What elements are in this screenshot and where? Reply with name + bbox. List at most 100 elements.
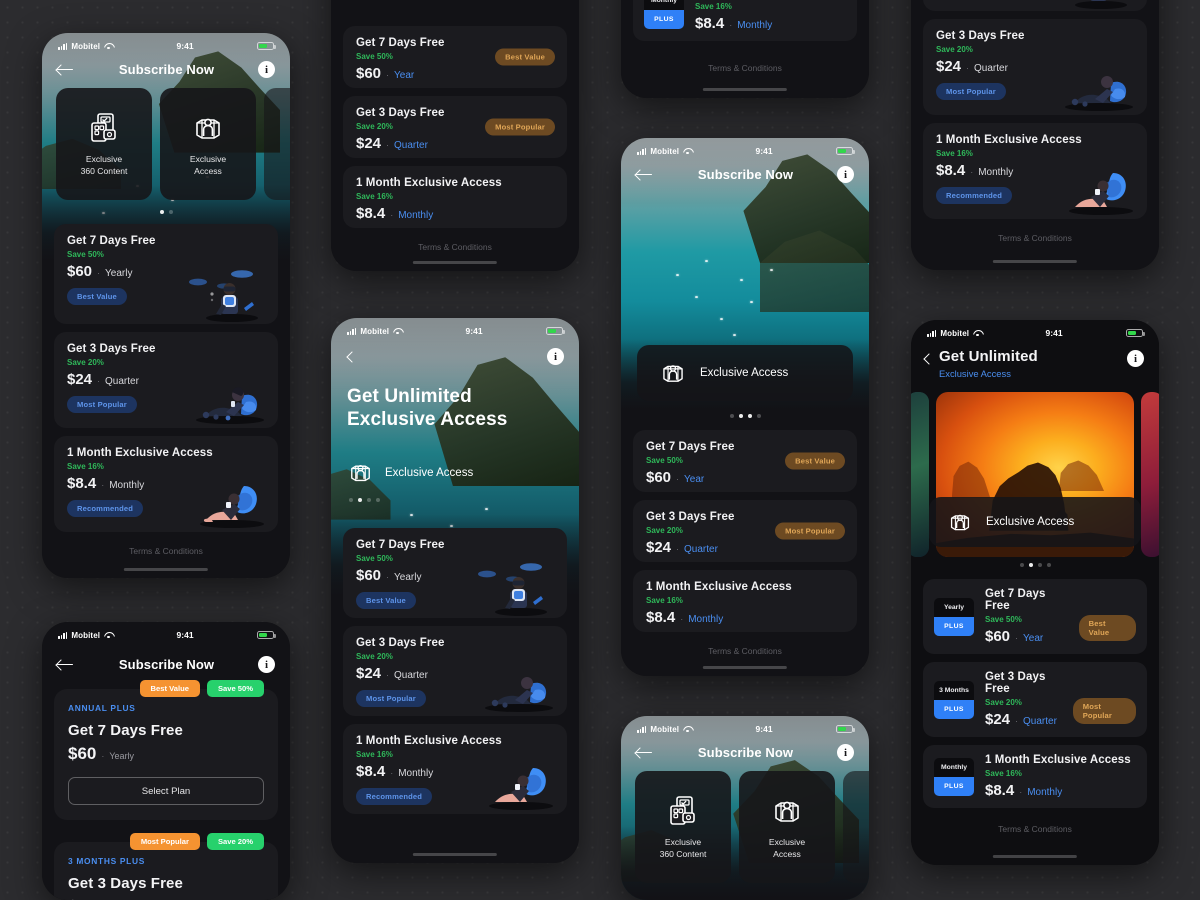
carousel-dots[interactable]	[347, 486, 563, 503]
phone-mockup-plans-blue-cropped: Get 7 Days Free Save 50% $60 · Yearly Be…	[911, 0, 1159, 270]
plan-title: Get 7 Days Free	[356, 37, 445, 49]
plan-card-quarterly[interactable]: Get 3 Days Free Save 20% $24 · Quarter M…	[633, 500, 857, 562]
terms-and-conditions-link[interactable]: Terms & Conditions	[331, 228, 579, 252]
plan-price: $8.4	[67, 475, 97, 492]
back-arrow-icon[interactable]	[57, 658, 75, 672]
plan-card-monthly[interactable]: 1 Month Exclusive Access Save 16% $8.4 ·…	[923, 123, 1147, 219]
plan-title: 1 Month Exclusive Access	[985, 754, 1131, 766]
plan-card-yearly[interactable]: Get 7 Days Free Save 50% $60 · Yearly Be…	[343, 528, 567, 619]
plan-card-yearly[interactable]: Get 7 Days Free Save 50% $60 · Yearly Be…	[54, 224, 278, 324]
plan-period: Year	[1023, 633, 1044, 644]
plan-card-3-months-plus[interactable]: Most Popular Save 20% 3 MONTHS PLUS Get …	[54, 833, 278, 900]
plan-card-annual-plus[interactable]: Best Value Save 50% ANNUAL PLUS Get 7 Da…	[54, 680, 278, 820]
plan-list: Monthly PLUS 1 Month Exclusive Access Sa…	[621, 0, 869, 41]
plan-card-monthly[interactable]: 1 Month Exclusive Access Save 16% $8.4 ·…	[343, 724, 567, 815]
plan-period: Monthly	[1027, 787, 1063, 798]
plan-card-quarterly[interactable]: Get 3 Days Free Save 20% $24 · Quarter M…	[343, 96, 567, 158]
plan-price: $8.4	[985, 782, 1015, 799]
back-arrow-icon[interactable]	[636, 168, 654, 182]
info-icon[interactable]: i	[837, 744, 854, 761]
wifi-icon	[393, 328, 402, 335]
info-icon[interactable]: i	[1127, 350, 1144, 367]
phone-mockup-select-plan-list: Mobitel 9:41 Subscribe Now i Best Value …	[42, 622, 290, 900]
phone-mockup-subscribe-carousel: Mobitel 9:41 Subscribe Now i Exclusive 3…	[42, 33, 290, 578]
terms-and-conditions-link[interactable]: Terms & Conditions	[621, 41, 869, 73]
info-icon[interactable]: i	[547, 348, 564, 365]
carousel-dots[interactable]	[42, 200, 290, 224]
home-indicator	[412, 852, 498, 856]
info-icon[interactable]: i	[258, 61, 275, 78]
plan-card-monthly[interactable]: Monthly PLUS 1 Month Exclusive Access Sa…	[633, 0, 857, 41]
feature-card-save-and-more[interactable]: Save & Mo	[264, 88, 290, 200]
feature-card-save-and-more[interactable]: Save & Mo	[843, 771, 869, 883]
info-icon[interactable]: i	[258, 656, 275, 673]
wifi-icon	[973, 330, 982, 337]
plan-badge: Best Value	[67, 288, 127, 305]
chevron-left-icon[interactable]	[346, 349, 356, 365]
plan-chip: Monthly PLUS	[644, 0, 684, 29]
hero-feature-pill[interactable]: Exclusive Access	[929, 497, 1141, 547]
hero-feature-pill[interactable]: Exclusive Access	[637, 345, 853, 401]
carrier-label: Mobitel	[71, 630, 101, 640]
clock-label: 9:41	[176, 630, 194, 640]
carousel-dots[interactable]	[621, 401, 869, 430]
plan-card-quarterly[interactable]: Get 3 Days Free Save 20% $24 · Quarter M…	[343, 626, 567, 717]
select-plan-button[interactable]: Select Plan	[68, 777, 264, 805]
status-bar: Mobitel 9:41	[331, 318, 579, 340]
carousel-dots[interactable]	[911, 547, 1159, 579]
plan-price: $8.4	[356, 205, 386, 222]
plan-period: Monthly	[109, 480, 145, 491]
plan-card-monthly[interactable]: 1 Month Exclusive Access Save 16% $8.4 ·…	[343, 166, 567, 228]
plan-card-quarterly[interactable]: 3 Months PLUS Get 3 Days Free Save 20% $…	[923, 662, 1147, 737]
feature-label-line2: 360 Content	[659, 848, 707, 859]
plan-card-yearly[interactable]: Get 7 Days Free Save 50% $60 · Year Best…	[633, 430, 857, 492]
feature-card-exclusive-access[interactable]: Exclusive Access	[160, 88, 256, 200]
feature-label-line1: Exclusive	[768, 836, 806, 847]
feature-carousel[interactable]: Exclusive 360 Content Exclusive Access	[42, 88, 290, 200]
feature-card-exclusive-360-content[interactable]: Exclusive 360 Content	[635, 771, 731, 883]
terms-and-conditions-link[interactable]: Terms & Conditions	[911, 808, 1159, 834]
plan-card-monthly[interactable]: Monthly PLUS 1 Month Exclusive Access Sa…	[923, 745, 1147, 808]
feature-card-exclusive-access[interactable]: Exclusive Access	[739, 771, 835, 883]
plan-price: $60	[356, 65, 382, 82]
plan-card-yearly[interactable]: Get 7 Days Free Save 50% $60 · Year Best…	[343, 26, 567, 88]
plan-card-monthly[interactable]: 1 Month Exclusive Access Save 16% $8.4 ·…	[633, 570, 857, 632]
signal-bars-icon	[637, 725, 647, 733]
terms-and-conditions-link[interactable]: Terms & Conditions	[621, 632, 869, 656]
back-arrow-icon[interactable]	[57, 63, 75, 77]
plan-tag-row: Most Popular Save 20%	[129, 833, 264, 850]
plan-card-monthly[interactable]: 1 Month Exclusive Access Save 16% $8.4 ·…	[54, 436, 278, 532]
page-subtitle: Exclusive Access	[939, 368, 1011, 379]
plan-period: Monthly	[978, 167, 1014, 178]
back-arrow-icon[interactable]	[636, 746, 654, 760]
plan-card-yearly[interactable]: Get 7 Days Free Save 50% $60 · Yearly Be…	[923, 0, 1147, 11]
clock-label: 9:41	[755, 724, 773, 734]
home-indicator	[702, 665, 788, 669]
nav-bar: Get Unlimited Exclusive Access i	[911, 342, 1159, 379]
plan-card-yearly[interactable]: Yearly PLUS Get 7 Days Free Save 50% $60…	[923, 579, 1147, 654]
plan-card-quarterly[interactable]: Get 3 Days Free Save 20% $24 · Quarter M…	[923, 19, 1147, 115]
battery-icon	[1126, 328, 1145, 338]
person-vr-illustration	[1075, 0, 1127, 9]
exclusive-access-icon	[351, 465, 370, 482]
terms-and-conditions-link[interactable]: Terms & Conditions	[911, 219, 1159, 243]
plan-price: $60	[646, 469, 672, 486]
chevron-left-icon[interactable]	[923, 351, 933, 367]
feature-card-exclusive-360-content[interactable]: Exclusive 360 Content	[56, 88, 152, 200]
exclusive-access-icon	[663, 365, 683, 382]
plan-save-label: Save 20%	[67, 358, 104, 367]
feature-label-line1: Exclusive	[189, 153, 227, 164]
terms-and-conditions-link[interactable]: Terms & Conditions	[42, 532, 290, 556]
info-icon[interactable]: i	[837, 166, 854, 183]
feature-carousel[interactable]: Exclusive 360 Content Exclusive Access	[621, 771, 869, 883]
exclusive-access-icon	[950, 514, 970, 531]
exclusive-360-content-icon	[91, 113, 116, 142]
plan-list: Get 7 Days Free Save 50% $60 · Year Best…	[621, 430, 869, 632]
plan-card-quarterly[interactable]: Get 3 Days Free Save 20% $24 · Quarter M…	[54, 332, 278, 428]
plan-separator: ·	[101, 480, 105, 490]
plan-list: Yearly PLUS Get 7 Days Free Save 50% $60…	[911, 579, 1159, 808]
plan-price: $8.4	[936, 162, 966, 179]
hero-feature-label: Exclusive Access	[986, 516, 1075, 528]
hero-feature-label: Exclusive Access	[700, 367, 789, 379]
plan-separator: ·	[1019, 787, 1023, 797]
